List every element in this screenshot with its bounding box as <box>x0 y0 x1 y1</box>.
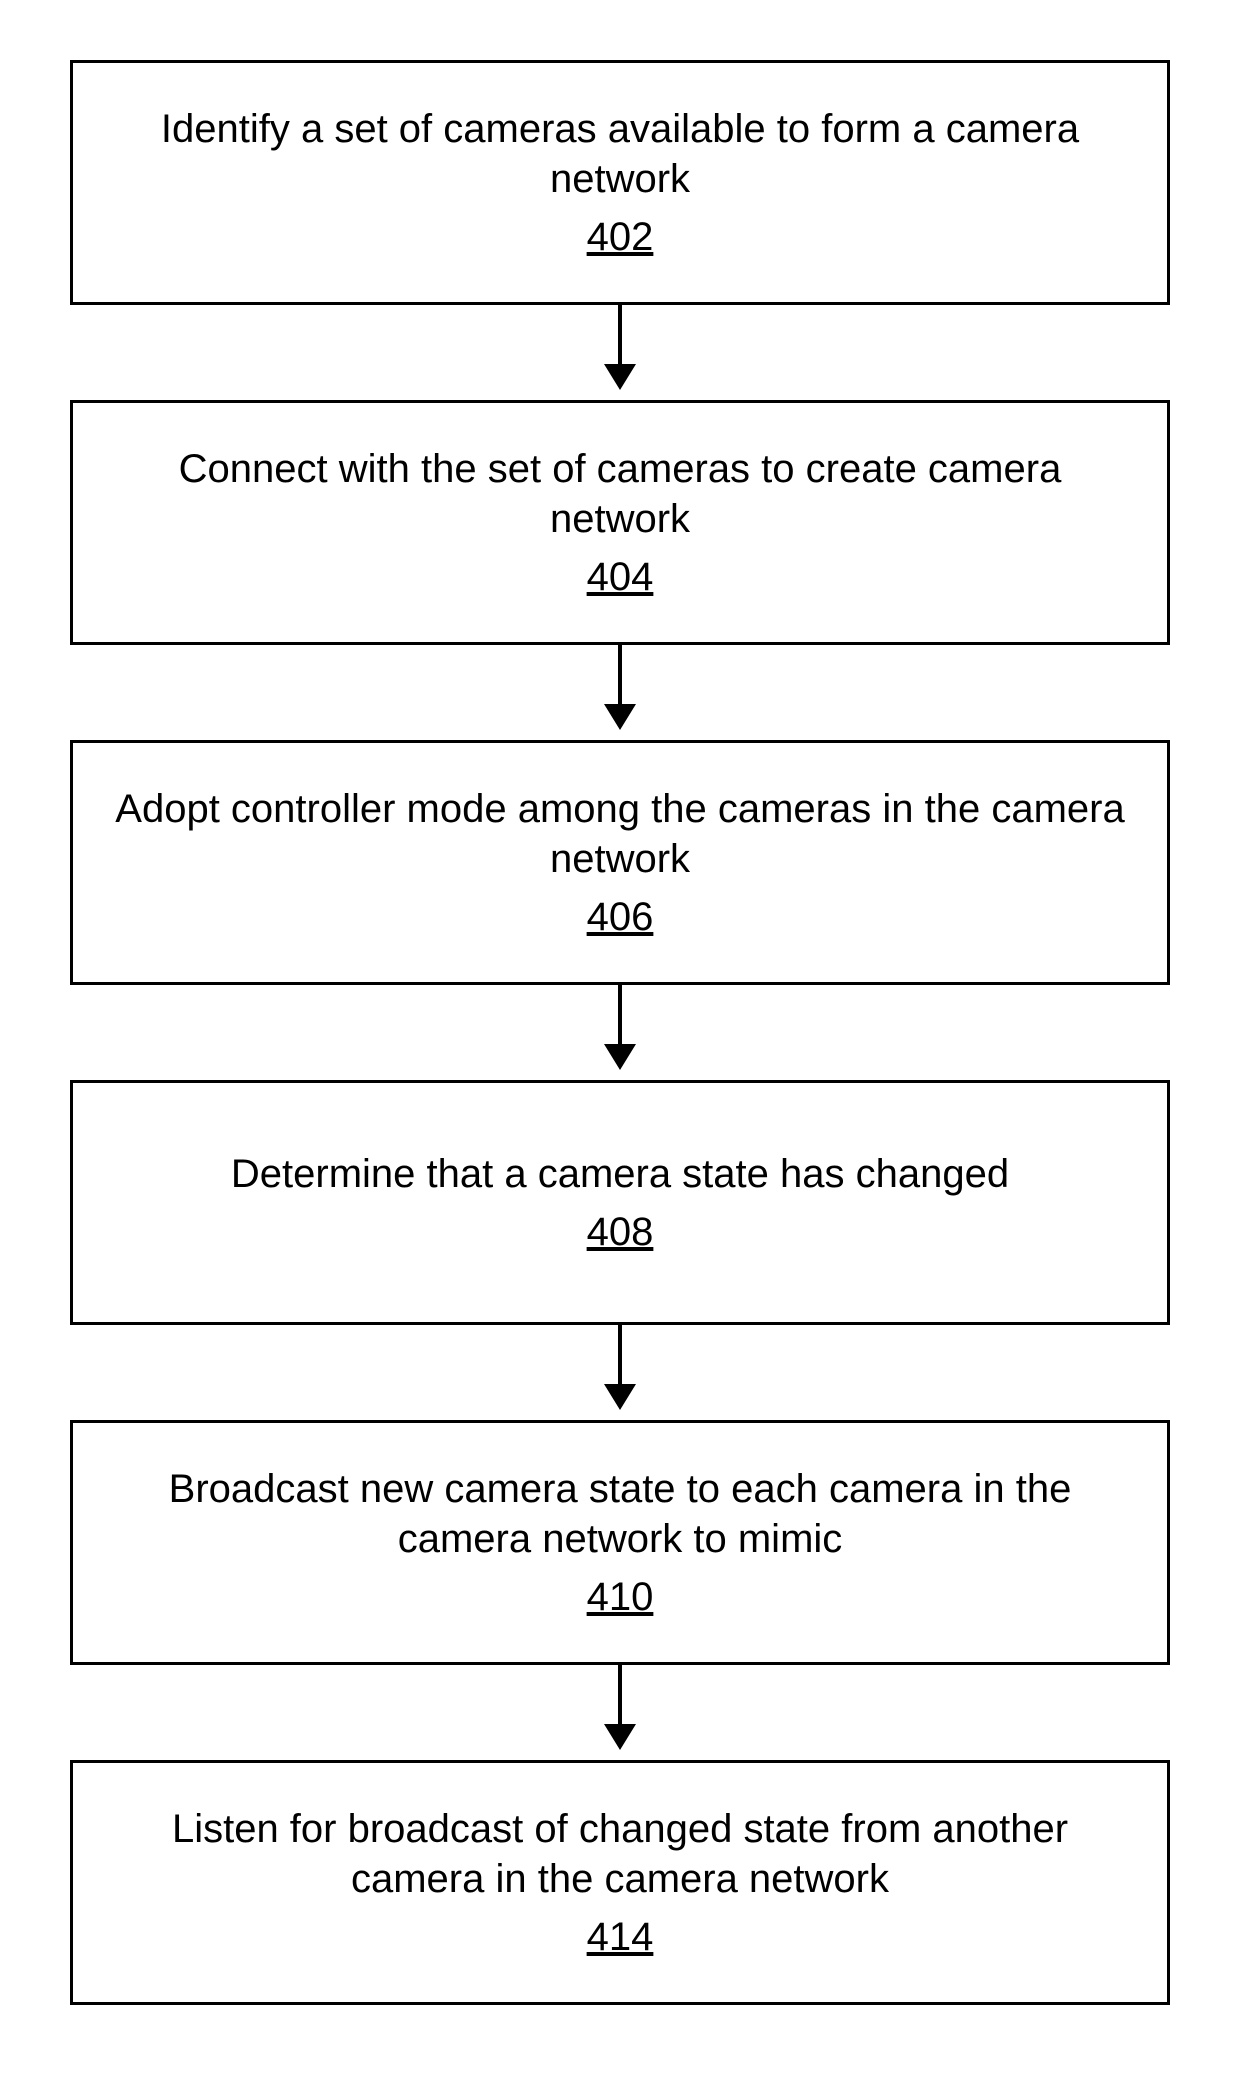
arrow-down-icon <box>604 1724 636 1750</box>
arrow-shaft <box>618 1665 622 1725</box>
flowchart-step: Listen for broadcast of changed state fr… <box>70 1760 1170 2005</box>
arrow-shaft <box>618 305 622 365</box>
flowchart-step: Identify a set of cameras available to f… <box>70 60 1170 305</box>
flowchart-step-text: Adopt controller mode among the cameras … <box>113 784 1127 884</box>
flowchart-step-number: 402 <box>587 212 654 262</box>
flowchart-step-number: 406 <box>587 892 654 942</box>
flowchart-step-number: 404 <box>587 552 654 602</box>
flowchart-canvas: Identify a set of cameras available to f… <box>0 0 1240 2076</box>
arrow-down-icon <box>604 364 636 390</box>
arrow-shaft <box>618 1325 622 1385</box>
flowchart-step: Broadcast new camera state to each camer… <box>70 1420 1170 1665</box>
arrow-down-icon <box>604 704 636 730</box>
flowchart-step-text: Broadcast new camera state to each camer… <box>113 1464 1127 1564</box>
flowchart-step-number: 410 <box>587 1572 654 1622</box>
flowchart-step: Determine that a camera state has change… <box>70 1080 1170 1325</box>
flowchart-step-text: Connect with the set of cameras to creat… <box>113 444 1127 544</box>
flowchart-step: Adopt controller mode among the cameras … <box>70 740 1170 985</box>
flowchart-step: Connect with the set of cameras to creat… <box>70 400 1170 645</box>
arrow-shaft <box>618 985 622 1045</box>
flowchart-arrow <box>600 1325 640 1410</box>
flowchart-step-number: 408 <box>587 1207 654 1257</box>
flowchart-arrow <box>600 985 640 1070</box>
flowchart-arrow <box>600 1665 640 1750</box>
flowchart-arrow <box>600 305 640 390</box>
flowchart-step-text: Determine that a camera state has change… <box>231 1149 1009 1199</box>
flowchart-step-text: Identify a set of cameras available to f… <box>113 104 1127 204</box>
flowchart-arrow <box>600 645 640 730</box>
arrow-down-icon <box>604 1044 636 1070</box>
arrow-down-icon <box>604 1384 636 1410</box>
flowchart-step-number: 414 <box>587 1912 654 1962</box>
flowchart-step-text: Listen for broadcast of changed state fr… <box>113 1804 1127 1904</box>
arrow-shaft <box>618 645 622 705</box>
